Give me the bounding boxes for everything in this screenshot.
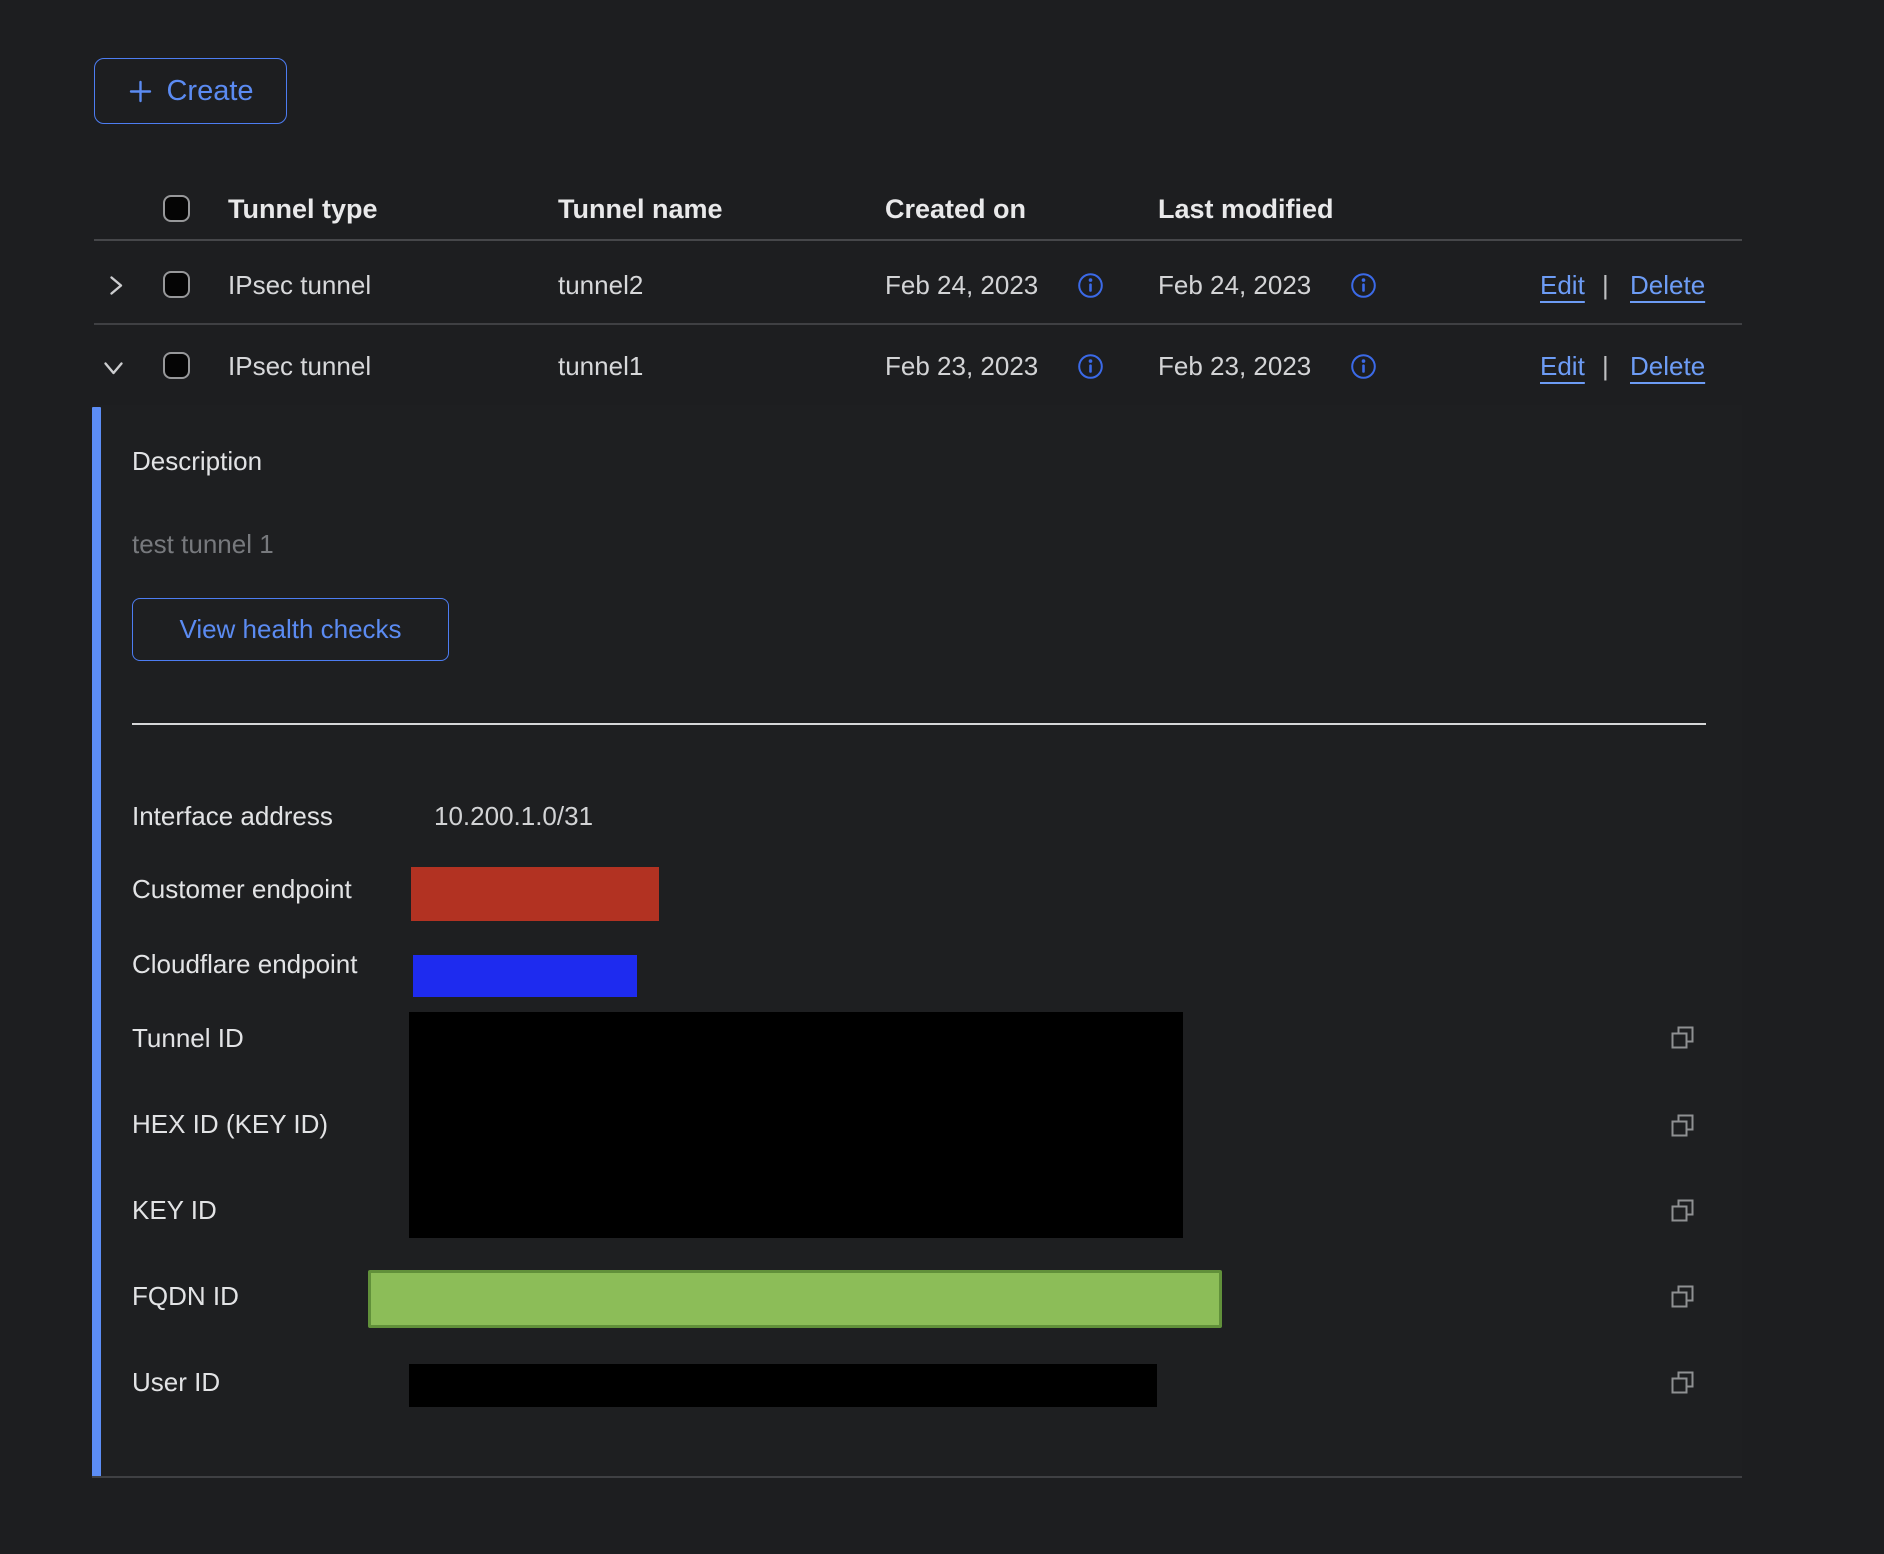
section-divider [132, 723, 1706, 725]
copy-icon[interactable] [1669, 1283, 1697, 1311]
copy-icon[interactable] [1669, 1024, 1697, 1052]
table-bottom-divider [92, 1476, 1742, 1478]
created-on-cell: Feb 24, 2023 [885, 270, 1038, 301]
create-button-label: Create [166, 75, 253, 108]
hex-id-label: HEX ID (KEY ID) [132, 1109, 328, 1140]
action-separator: | [1602, 351, 1609, 382]
info-icon[interactable] [1350, 272, 1377, 299]
column-header-last-modified: Last modified [1158, 194, 1334, 225]
key-id-label: KEY ID [132, 1195, 217, 1226]
tunnel-id-redaction [409, 1012, 1183, 1238]
plus-icon [127, 78, 154, 105]
copy-icon[interactable] [1669, 1197, 1697, 1225]
select-row-checkbox[interactable] [163, 271, 190, 298]
tunnel-details-panel: Description test tunnel 1 View health ch… [92, 405, 1742, 1478]
user-id-label: User ID [132, 1367, 220, 1398]
edit-link[interactable]: Edit [1540, 270, 1585, 301]
tunnels-page: Create Tunnel type Tunnel name Created o… [0, 0, 1884, 1554]
delete-link[interactable]: Delete [1630, 270, 1705, 301]
tunnel-type-cell: IPsec tunnel [228, 270, 371, 301]
chevron-down-icon[interactable] [100, 354, 127, 381]
description-value: test tunnel 1 [132, 529, 274, 560]
fqdn-id-label: FQDN ID [132, 1281, 239, 1312]
interface-address-value: 10.200.1.0/31 [434, 801, 593, 832]
column-header-created-on: Created on [885, 194, 1026, 225]
info-icon[interactable] [1350, 353, 1377, 380]
fqdn-id-redaction [368, 1270, 1222, 1328]
header-divider [94, 239, 1742, 241]
user-id-redaction [409, 1364, 1157, 1407]
view-health-checks-label: View health checks [179, 614, 401, 645]
tunnel-name-cell: tunnel1 [558, 351, 643, 382]
column-header-tunnel-type: Tunnel type [228, 194, 378, 225]
cloudflare-endpoint-redaction [413, 955, 637, 997]
info-icon[interactable] [1077, 272, 1104, 299]
customer-endpoint-label: Customer endpoint [132, 874, 352, 905]
tunnel-id-label: Tunnel ID [132, 1023, 244, 1054]
column-header-tunnel-name: Tunnel name [558, 194, 723, 225]
view-health-checks-button[interactable]: View health checks [132, 598, 449, 661]
interface-address-label: Interface address [132, 801, 333, 832]
tunnel-name-cell: tunnel2 [558, 270, 643, 301]
last-modified-cell: Feb 24, 2023 [1158, 270, 1311, 301]
create-button[interactable]: Create [94, 58, 287, 124]
delete-link[interactable]: Delete [1630, 351, 1705, 382]
select-row-checkbox[interactable] [163, 352, 190, 379]
info-icon[interactable] [1077, 353, 1104, 380]
tunnel-type-cell: IPsec tunnel [228, 351, 371, 382]
copy-icon[interactable] [1669, 1369, 1697, 1397]
edit-link[interactable]: Edit [1540, 351, 1585, 382]
chevron-right-icon[interactable] [102, 272, 129, 299]
customer-endpoint-redaction [411, 867, 659, 921]
copy-icon[interactable] [1669, 1112, 1697, 1140]
select-all-checkbox[interactable] [163, 195, 190, 222]
last-modified-cell: Feb 23, 2023 [1158, 351, 1311, 382]
action-separator: | [1602, 270, 1609, 301]
created-on-cell: Feb 23, 2023 [885, 351, 1038, 382]
row-divider [94, 323, 1742, 325]
description-label: Description [132, 446, 262, 477]
cloudflare-endpoint-label: Cloudflare endpoint [132, 949, 358, 980]
expanded-row-accent-bar [92, 407, 101, 1478]
